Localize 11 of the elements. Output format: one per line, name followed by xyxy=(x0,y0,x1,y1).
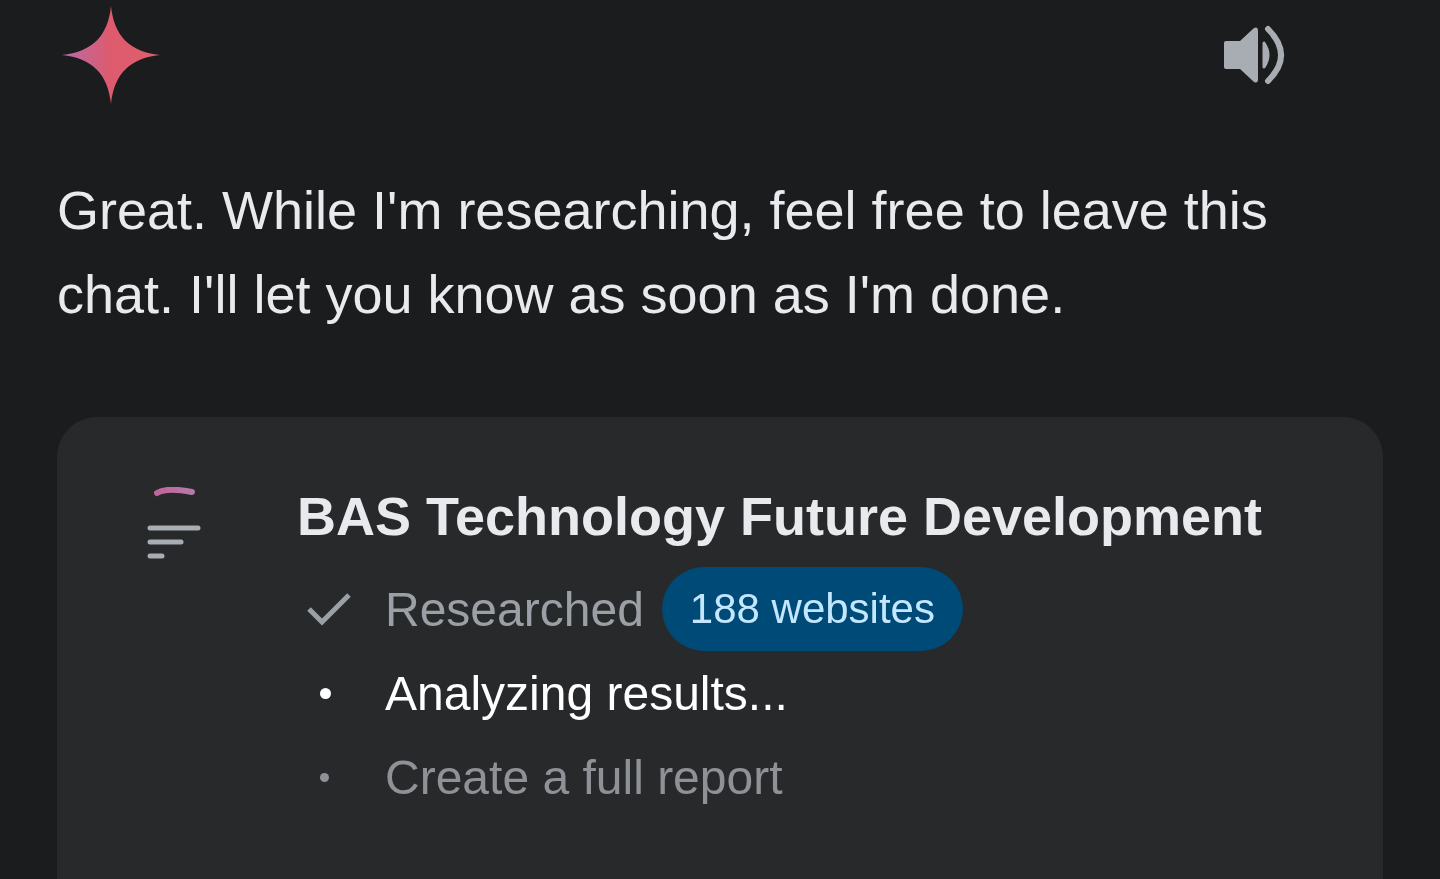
bullet-icon xyxy=(320,772,329,782)
sparkle-icon xyxy=(62,6,160,104)
bullet-icon xyxy=(320,687,331,699)
checkmark-icon xyxy=(306,592,352,626)
research-progress-icon xyxy=(147,487,201,561)
step-label: Create a full report xyxy=(385,749,783,805)
assistant-message: Great. While I'm researching, feel free to leave this chat. I'll let you know as soon as I'm done. xyxy=(57,179,1269,326)
report-title: BAS Technology Future Development xyxy=(297,485,1263,548)
step-label: Researched xyxy=(385,581,644,637)
websites-count-chip[interactable]: 188 websites xyxy=(661,567,963,651)
step-label: Analyzing results... xyxy=(385,665,788,721)
